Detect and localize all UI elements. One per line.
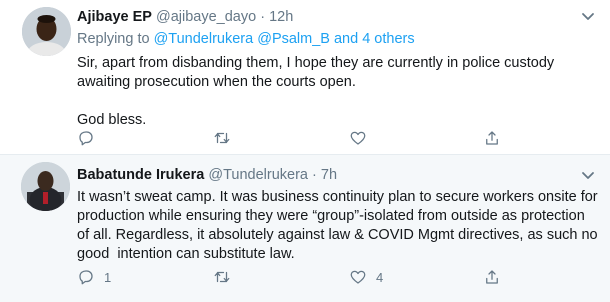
like-icon bbox=[350, 270, 366, 284]
retweet-icon bbox=[214, 271, 230, 283]
reply-button[interactable] bbox=[77, 127, 104, 149]
share-button[interactable] bbox=[483, 266, 501, 288]
tweet-text-line: of all. Regardless, it absolutely agains… bbox=[77, 227, 598, 243]
reply-icon bbox=[79, 131, 93, 146]
tweet-actions: 1 4 bbox=[77, 266, 517, 288]
display-name[interactable]: Ajibaye EP bbox=[77, 9, 152, 25]
tweet-header: Babatunde Irukera @Tundelrukera · 7h bbox=[77, 167, 337, 183]
like-button[interactable] bbox=[349, 127, 376, 149]
replying-to-link[interactable]: @Tundelrukera @Psalm_B and 4 others bbox=[154, 31, 415, 47]
chevron-down-icon[interactable] bbox=[580, 8, 596, 24]
tweet-header: Ajibaye EP @ajibaye_dayo · 12h bbox=[77, 9, 293, 25]
like-count: 4 bbox=[376, 269, 384, 285]
separator-dot: · bbox=[312, 167, 317, 183]
tweet-text-line: awaiting prosecution when the courts ope… bbox=[77, 74, 356, 90]
avatar[interactable] bbox=[22, 7, 71, 56]
reply-icon bbox=[79, 270, 93, 285]
chevron-down-icon[interactable] bbox=[580, 167, 596, 183]
timestamp[interactable]: 7h bbox=[321, 167, 337, 183]
separator-dot: · bbox=[260, 9, 266, 25]
replying-to-line: Replying to @Tundelrukera @Psalm_B and 4… bbox=[77, 31, 415, 47]
tweet-reply-ajibaye[interactable]: Ajibaye EP @ajibaye_dayo · 12h Replying … bbox=[0, 0, 610, 154]
reply-button[interactable]: 1 bbox=[77, 266, 111, 288]
replying-prefix: Replying to bbox=[77, 31, 150, 47]
tweet-text-line: production while ensuring they were “gro… bbox=[77, 208, 585, 224]
display-name[interactable]: Babatunde Irukera bbox=[77, 167, 204, 183]
retweet-icon bbox=[214, 132, 230, 144]
retweet-button[interactable] bbox=[213, 266, 240, 288]
like-icon bbox=[350, 131, 366, 145]
reply-count: 1 bbox=[104, 269, 112, 285]
tweet-text-line: It wasn’t sweat camp. It was business co… bbox=[77, 189, 598, 205]
user-handle[interactable]: @Tundelrukera bbox=[208, 167, 308, 183]
tweet-text-line: good intention can substitute law. bbox=[77, 246, 295, 262]
share-button[interactable] bbox=[483, 127, 501, 149]
tweet-actions bbox=[77, 127, 517, 149]
share-icon bbox=[486, 131, 498, 145]
tweet-text: Sir, apart from disbanding them, I hope … bbox=[77, 54, 602, 130]
tweet-text: It wasn’t sweat camp. It was business co… bbox=[77, 188, 602, 264]
user-handle[interactable]: @ajibaye_dayo bbox=[156, 9, 256, 25]
timestamp[interactable]: 12h bbox=[269, 9, 293, 25]
retweet-button[interactable] bbox=[213, 127, 240, 149]
tweet-text-line: Sir, apart from disbanding them, I hope … bbox=[77, 55, 555, 71]
share-icon bbox=[486, 270, 498, 284]
avatar[interactable] bbox=[21, 162, 70, 211]
like-button[interactable]: 4 bbox=[349, 266, 383, 288]
tweet-reply-babatunde[interactable]: Babatunde Irukera @Tundelrukera · 7h It … bbox=[0, 155, 610, 302]
